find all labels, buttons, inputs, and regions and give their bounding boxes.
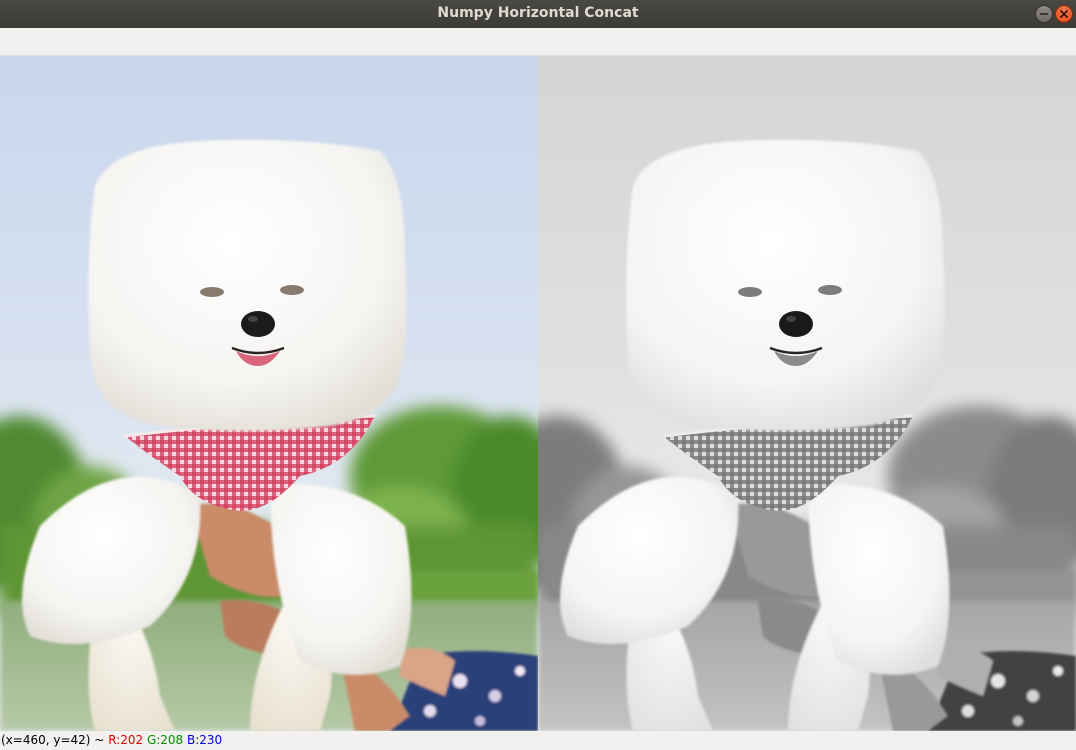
- grayscale-dog-photo: [538, 56, 1076, 731]
- close-icon: [1060, 10, 1068, 18]
- minimize-button[interactable]: [1035, 5, 1053, 23]
- status-green-value: G:208: [146, 733, 184, 747]
- color-image[interactable]: [0, 56, 538, 731]
- status-red-value: R:202: [108, 733, 144, 747]
- grayscale-image[interactable]: [538, 56, 1076, 731]
- status-blue-value: B:230: [187, 733, 223, 747]
- status-bar: (x=460, y=42) ~ R:202 G:208 B:230: [0, 731, 1076, 750]
- minimize-icon: [1040, 13, 1048, 15]
- color-dog-photo: [0, 56, 538, 731]
- image-canvas[interactable]: [0, 56, 1076, 731]
- app-window: Numpy Horizontal Concat (x=460, y=42) ~: [0, 0, 1076, 750]
- title-bar: Numpy Horizontal Concat: [0, 0, 1076, 28]
- window-title: Numpy Horizontal Concat: [437, 5, 639, 21]
- status-coords: (x=460, y=42) ~: [1, 733, 105, 747]
- close-button[interactable]: [1055, 5, 1073, 23]
- toolbar-area: [0, 28, 1076, 56]
